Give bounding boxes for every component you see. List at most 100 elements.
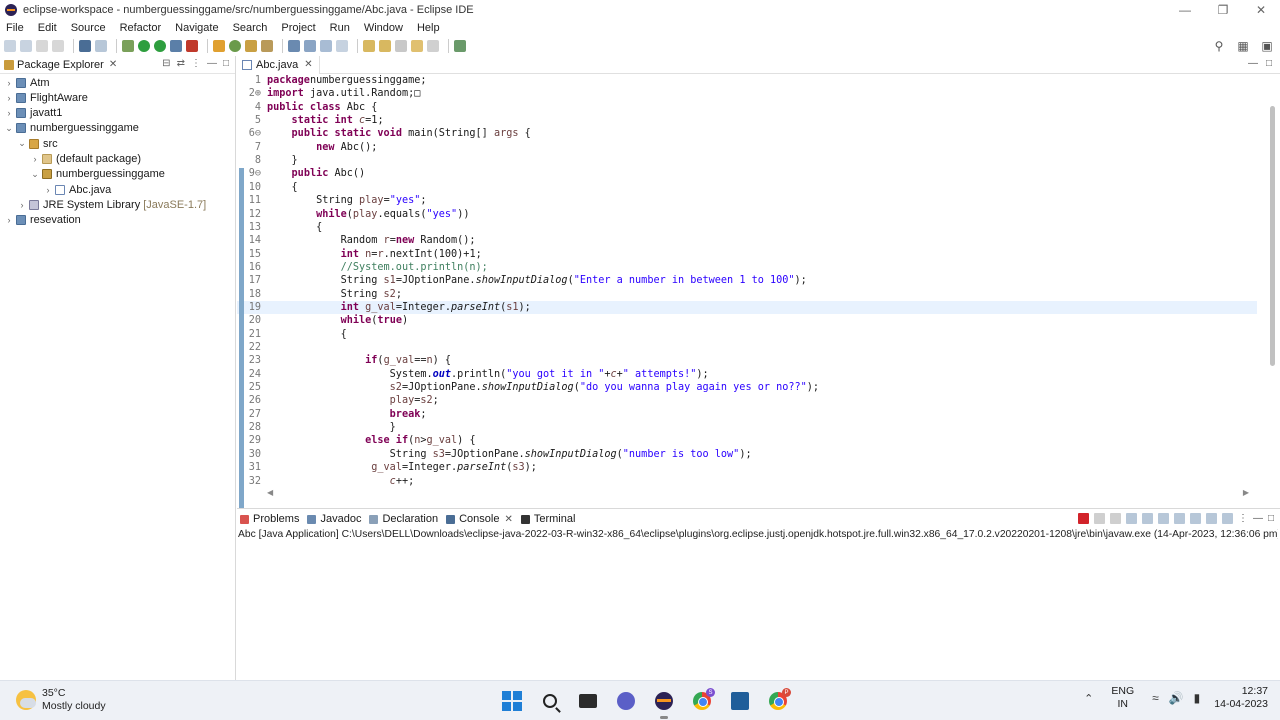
code-line[interactable]: 5 static int c=1;	[237, 114, 1257, 127]
remove-all-icon[interactable]	[1109, 513, 1121, 524]
remove-launch-icon[interactable]	[1093, 513, 1105, 524]
code-line[interactable]: 26 play=s2;	[237, 394, 1257, 407]
open-type-icon[interactable]	[245, 40, 257, 52]
show-on-output-icon[interactable]	[1157, 513, 1169, 524]
display-console-icon[interactable]	[1205, 513, 1217, 524]
editor-tab-abc-java[interactable]: Abc.java ✕	[237, 55, 320, 74]
tab-declaration[interactable]: Declaration	[369, 513, 438, 525]
search-tool-icon[interactable]	[261, 40, 273, 52]
code-line[interactable]: 10 {	[237, 181, 1257, 194]
stop-icon[interactable]	[186, 40, 198, 52]
code-line[interactable]: 13 {	[237, 221, 1257, 234]
code-line[interactable]: 21 {	[237, 328, 1257, 341]
menu-file[interactable]: File	[6, 22, 24, 34]
code-line[interactable]: 19 int g_val=Integer.parseInt(s1);	[237, 300, 1257, 315]
menu-run[interactable]: Run	[330, 22, 350, 34]
maximize-view-icon[interactable]: □	[1268, 513, 1274, 524]
pin-console-icon[interactable]	[1189, 513, 1201, 524]
tree-item[interactable]: › resevation	[4, 213, 81, 228]
link-with-editor-icon[interactable]: ⇄	[177, 58, 185, 69]
word-wrap-icon[interactable]	[1141, 513, 1153, 524]
terminate-icon[interactable]	[1077, 513, 1089, 524]
maximize-view-icon[interactable]: □	[223, 58, 229, 69]
volume-icon[interactable]: 🔊	[1169, 691, 1184, 705]
menu-window[interactable]: Window	[364, 22, 403, 34]
show-on-error-icon[interactable]	[1173, 513, 1185, 524]
code-line[interactable]: 1 packagenumberguessinggame;	[237, 74, 1257, 87]
tab-console[interactable]: Console ✕	[446, 513, 513, 525]
minimize-button[interactable]: —	[1166, 0, 1204, 20]
code-line[interactable]: 29 else if(n>g_val) {	[237, 434, 1257, 447]
minimize-view-icon[interactable]: —	[1248, 58, 1258, 69]
tree-item[interactable]: ⌄ src	[17, 136, 57, 151]
menu-project[interactable]: Project	[281, 22, 315, 34]
show-hidden-icons[interactable]: ⌃	[1084, 692, 1093, 705]
code-area[interactable]: 1 packagenumberguessinggame; 2⊕ import java…	[237, 74, 1257, 486]
tree-item[interactable]: ⌄ numberguessinggame	[30, 167, 165, 182]
tree-item[interactable]: › (default package)	[30, 152, 142, 167]
code-line[interactable]: 2⊕ import java.util.Random;□	[237, 87, 1257, 100]
last-edit-icon[interactable]	[395, 40, 407, 52]
terminal-icon[interactable]	[79, 40, 91, 52]
show-whitespace-icon[interactable]	[320, 40, 332, 52]
teams-button[interactable]	[614, 689, 638, 713]
tab-problems[interactable]: Problems	[240, 513, 299, 525]
tree-item[interactable]: › Atm	[4, 75, 50, 90]
scroll-left-icon[interactable]: ◀	[267, 488, 273, 497]
toggle-block-icon[interactable]	[304, 40, 316, 52]
maximize-button[interactable]: ❐	[1204, 0, 1242, 20]
menu-refactor[interactable]: Refactor	[120, 22, 162, 34]
expand-arrow-icon[interactable]: ›	[43, 185, 53, 195]
file-explorer-button[interactable]	[576, 689, 600, 713]
start-button[interactable]	[500, 689, 524, 713]
menu-edit[interactable]: Edit	[38, 22, 57, 34]
pin-editor-icon[interactable]	[454, 40, 466, 52]
code-line[interactable]: 11 String play="yes";	[237, 194, 1257, 207]
package-explorer-title[interactable]: Package Explorer	[17, 59, 104, 71]
java-perspective-icon[interactable]: ▣	[1260, 39, 1274, 53]
code-line[interactable]: 17 String s1=JOptionPane.showInputDialog…	[237, 274, 1257, 287]
tab-terminal[interactable]: Terminal	[520, 513, 575, 525]
code-line[interactable]: 16 //System.out.println(n);	[237, 261, 1257, 274]
language-indicator[interactable]: ENG IN	[1111, 685, 1134, 711]
battery-icon[interactable]: ▮	[1194, 691, 1201, 705]
tab-javadoc[interactable]: Javadoc	[307, 513, 361, 525]
debug-icon[interactable]	[122, 40, 134, 52]
vscode-button[interactable]	[728, 689, 752, 713]
new-icon[interactable]	[4, 40, 16, 52]
expand-arrow-icon[interactable]: ›	[4, 78, 14, 88]
tree-item[interactable]: › javatt1	[4, 106, 63, 121]
taskbar-search-button[interactable]	[538, 689, 562, 713]
code-line[interactable]: 30 String s3=JOptionPane.showInputDialog…	[237, 448, 1257, 461]
coverage-icon[interactable]	[154, 40, 166, 52]
code-line[interactable]: 24 System.out.println("you got it in "+c…	[237, 368, 1257, 381]
expand-arrow-icon[interactable]: ⌄	[17, 138, 27, 149]
new-java-project-icon[interactable]	[213, 40, 225, 52]
new-class-icon[interactable]	[229, 40, 241, 52]
code-line[interactable]: 6⊖ public static void main(String[] args…	[237, 127, 1257, 140]
open-perspective-icon[interactable]: ▦	[1236, 39, 1250, 53]
code-line[interactable]: 28 }	[237, 421, 1257, 434]
open-console-icon[interactable]	[1221, 513, 1233, 524]
view-menu-icon[interactable]: ⋮	[1238, 513, 1248, 524]
expand-arrow-icon[interactable]: ›	[4, 108, 14, 118]
expand-arrow-icon[interactable]: ›	[4, 93, 14, 103]
save-all-icon[interactable]	[52, 40, 64, 52]
scrollbar-thumb[interactable]	[1270, 106, 1275, 366]
expand-arrow-icon[interactable]: ›	[17, 200, 27, 210]
view-menu-icon[interactable]: ⋮	[191, 58, 201, 69]
vertical-scrollbar[interactable]	[1270, 76, 1276, 486]
close-icon[interactable]: ✕	[304, 59, 312, 70]
code-line[interactable]: 8 }	[237, 154, 1257, 167]
skip-breakpoints-icon[interactable]	[95, 40, 107, 52]
close-icon[interactable]: ✕	[109, 59, 117, 70]
toggle-mark-icon[interactable]	[288, 40, 300, 52]
scroll-lock-icon[interactable]	[1125, 513, 1137, 524]
back-icon[interactable]	[411, 40, 423, 52]
open-icon[interactable]	[20, 40, 32, 52]
code-line[interactable]: 9⊖ public Abc()	[237, 167, 1257, 180]
collapse-all-icon[interactable]: ⊟	[162, 58, 170, 69]
code-line[interactable]: 22	[237, 341, 1257, 354]
code-line[interactable]: 12 while(play.equals("yes"))	[237, 208, 1257, 221]
expand-arrow-icon[interactable]: ⌄	[30, 169, 40, 180]
